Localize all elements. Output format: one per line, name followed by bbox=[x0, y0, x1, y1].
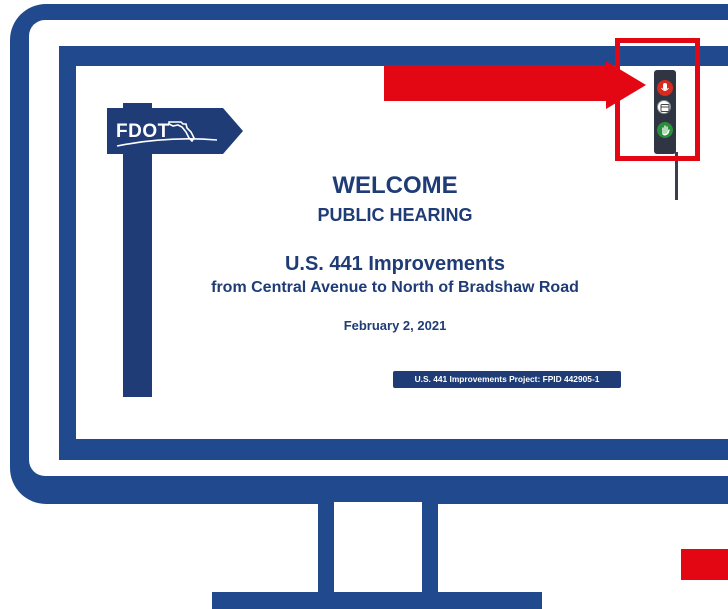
monitor-stand-gap bbox=[334, 502, 422, 592]
hearing-date: February 2, 2021 bbox=[343, 318, 447, 333]
project-title: U.S. 441 Improvements bbox=[284, 253, 506, 275]
welcome-heading: WELCOME bbox=[332, 172, 458, 199]
florida-map-icon bbox=[168, 121, 195, 142]
tutorial-graphic: FDOT WELCOME PUBLIC HEARING U.S. 441 Imp… bbox=[0, 0, 728, 609]
callout-arrow-icon bbox=[384, 61, 646, 109]
project-limits: from Central Avenue to North of Bradshaw… bbox=[211, 279, 579, 296]
public-hearing-heading: PUBLIC HEARING bbox=[317, 205, 473, 225]
monitor-stand-base bbox=[212, 592, 542, 609]
fpid-label: U.S. 441 Improvements Project: FPID 4429… bbox=[393, 371, 621, 388]
fdot-logo-text: FDOT bbox=[116, 121, 170, 142]
next-arrow-fragment bbox=[681, 549, 728, 580]
